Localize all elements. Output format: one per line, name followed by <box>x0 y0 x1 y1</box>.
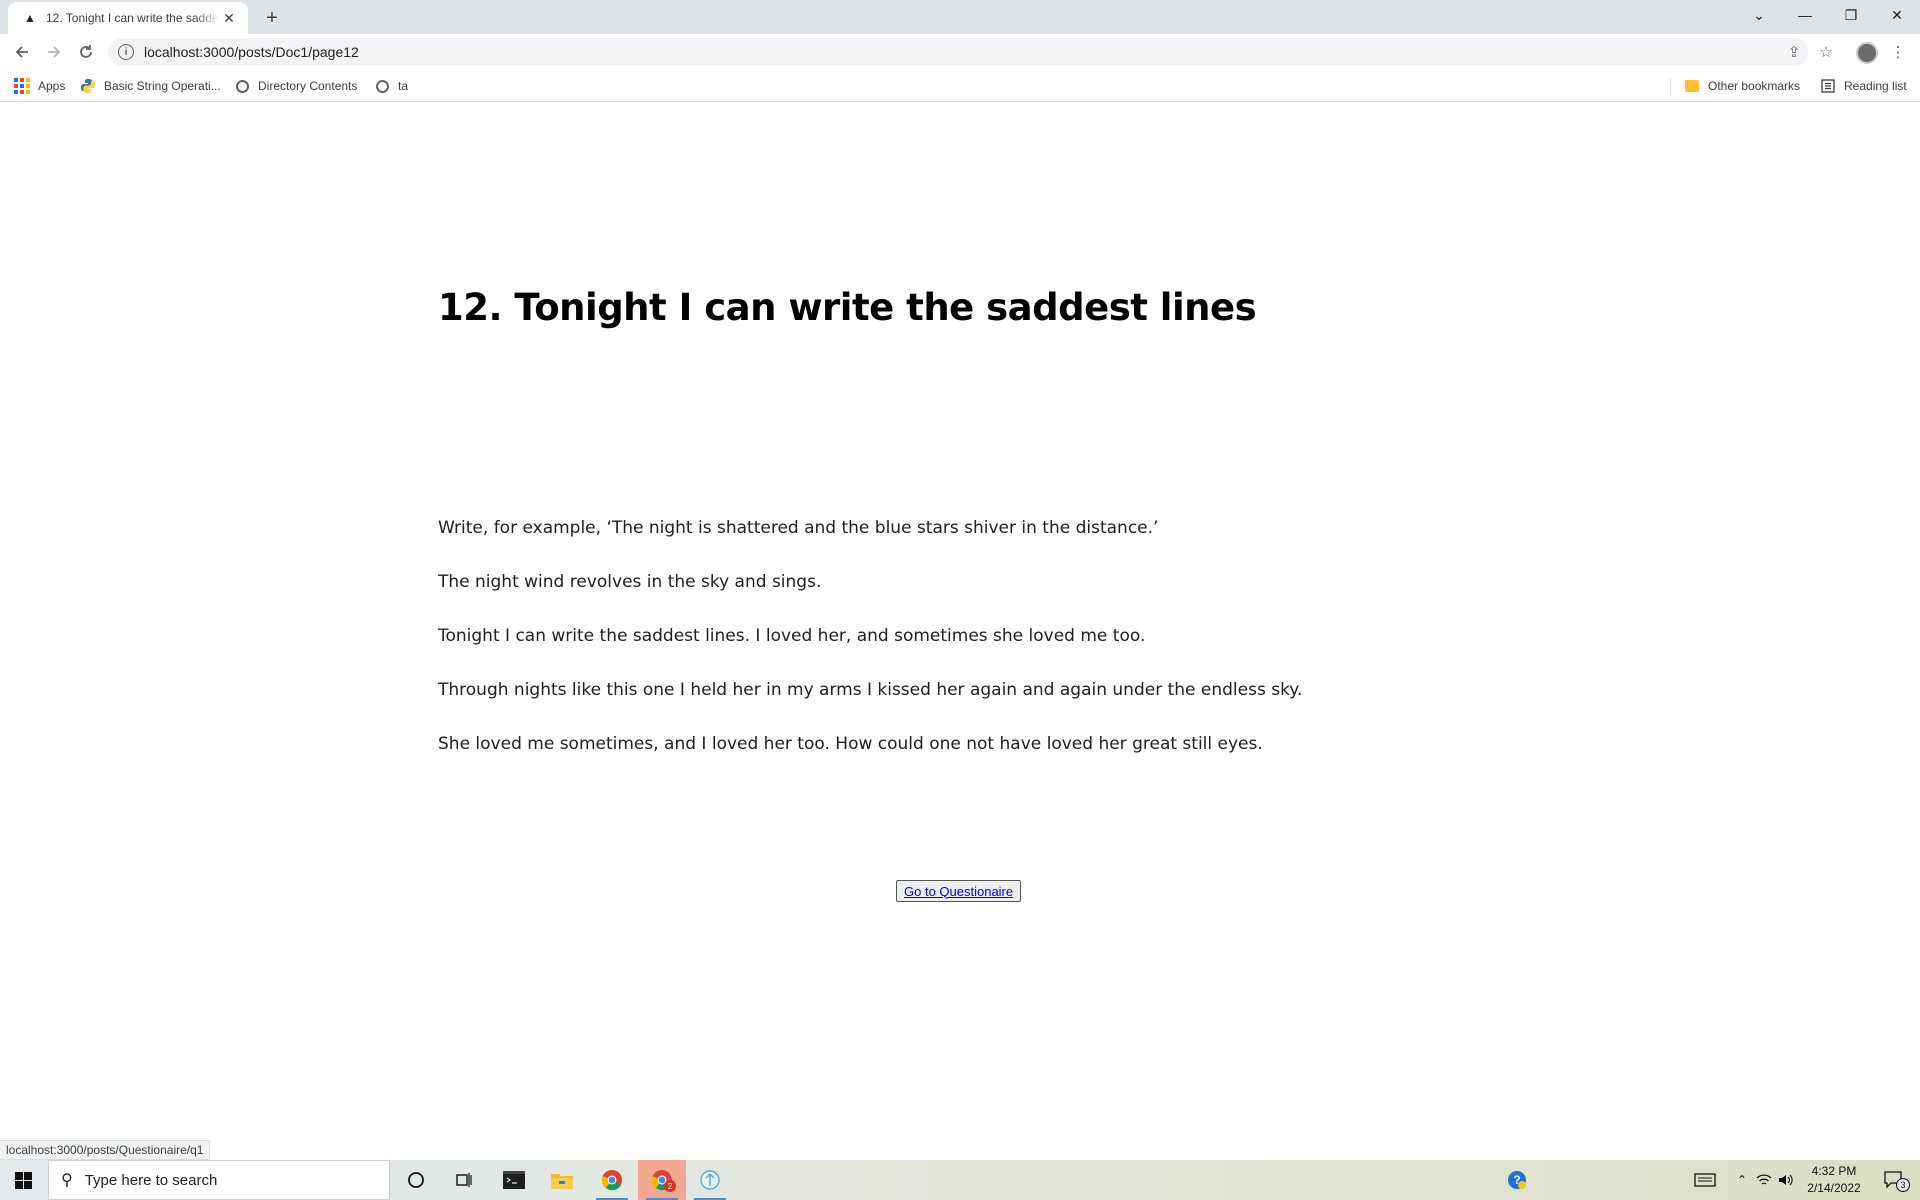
search-placeholder: Type here to search <box>84 1171 218 1189</box>
folder-icon <box>1684 78 1700 94</box>
tab-title: 12. Tonight I can write the saddest line… <box>46 11 220 25</box>
file-explorer-icon[interactable] <box>538 1160 586 1200</box>
chrome-profile-taskbar-icon[interactable]: 2 <box>638 1160 686 1200</box>
poem-paragraph: Tonight I can write the saddest lines. I… <box>438 626 1146 646</box>
tab-favicon-icon: ▲ <box>24 11 36 25</box>
page-content: 12. Tonight I can write the saddest line… <box>0 103 1920 1160</box>
poem-paragraph: Write, for example, ‘The night is shatte… <box>438 518 1159 538</box>
close-window-button[interactable]: ✕ <box>1874 0 1920 30</box>
bookmark-star-icon[interactable]: ☆ <box>1812 38 1840 66</box>
page-title: 12. Tonight I can write the saddest line… <box>438 286 1257 329</box>
minimize-button[interactable]: — <box>1782 0 1828 30</box>
cortana-icon[interactable] <box>392 1160 440 1200</box>
bookmark-directory-contents[interactable]: Directory Contents <box>234 77 357 95</box>
tab-strip: ▲ 12. Tonight I can write the saddest li… <box>0 0 1920 34</box>
profile-avatar[interactable] <box>1856 42 1878 64</box>
go-to-questionaire-button[interactable]: Go to Questionaire <box>896 880 1022 902</box>
site-info-icon[interactable]: i <box>118 44 134 60</box>
network-icon[interactable] <box>1754 1160 1774 1200</box>
taskbar-search[interactable]: ⚲ Type here to search <box>48 1160 390 1200</box>
other-bookmarks[interactable]: Other bookmarks <box>1684 77 1800 95</box>
poem-paragraph: Through nights like this one I held her … <box>438 680 1303 700</box>
windows-logo-icon <box>14 1171 32 1189</box>
globe-icon <box>374 78 390 94</box>
app-taskbar-icon[interactable] <box>686 1160 734 1200</box>
windows-taskbar: ⚲ Type here to search 2 ? ⌃ 4:32 PM 2/14… <box>0 1160 1920 1200</box>
globe-icon <box>234 78 250 94</box>
apps-grid-icon <box>14 78 30 94</box>
status-bar-url: localhost:3000/posts/Questionaire/q1 <box>0 1140 211 1160</box>
terminal-icon[interactable] <box>490 1160 538 1200</box>
back-button[interactable] <box>8 38 36 66</box>
bookmark-apps[interactable]: Apps <box>14 77 65 95</box>
bookmark-ta[interactable]: ta <box>374 77 408 95</box>
url-text[interactable]: localhost:3000/posts/Doc1/page12 <box>144 44 359 60</box>
taskbar-clock[interactable]: 4:32 PM 2/14/2022 <box>1800 1163 1868 1197</box>
forward-button[interactable] <box>40 38 68 66</box>
help-icon[interactable]: ? <box>1500 1160 1534 1200</box>
chrome-badge: 2 <box>664 1180 676 1192</box>
python-icon <box>80 78 96 94</box>
poem-paragraph: The night wind revolves in the sky and s… <box>438 572 822 592</box>
bookmarks-bar: Apps Basic String Operati... Directory C… <box>0 70 1920 102</box>
poem-paragraph: She loved me sometimes, and I loved her … <box>438 734 1263 754</box>
chrome-taskbar-icon[interactable] <box>588 1160 636 1200</box>
start-button[interactable] <box>0 1160 46 1200</box>
address-bar[interactable]: i localhost:3000/posts/Doc1/page12 <box>108 38 1808 66</box>
volume-icon[interactable] <box>1776 1160 1796 1200</box>
show-hidden-icons[interactable]: ⌃ <box>1730 1160 1754 1200</box>
menu-kebab-icon[interactable]: ⋮ <box>1884 38 1912 66</box>
clock-date: 2/14/2022 <box>1807 1181 1861 1195</box>
window-controls: ⌄ — ❐ ✕ <box>1736 0 1920 30</box>
browser-toolbar: i localhost:3000/posts/Doc1/page12 ⇪ ☆ ⋮ <box>0 34 1920 70</box>
share-icon[interactable]: ⇪ <box>1780 38 1808 66</box>
keyboard-icon[interactable] <box>1690 1160 1720 1200</box>
reading-list[interactable]: Reading list <box>1820 77 1907 95</box>
new-tab-button[interactable]: + <box>260 6 284 30</box>
bookmark-basic-string[interactable]: Basic String Operati... <box>80 77 221 95</box>
notifications-icon[interactable]: 3 <box>1874 1160 1914 1200</box>
clock-time: 4:32 PM <box>1811 1164 1857 1178</box>
reading-list-icon <box>1820 78 1836 94</box>
other-bookmarks-label: Other bookmarks <box>1708 79 1801 93</box>
bookmarks-divider <box>1670 78 1671 96</box>
close-tab-icon[interactable]: ✕ <box>220 9 238 27</box>
bookmark-label: Directory Contents <box>258 79 358 93</box>
search-icon: ⚲ <box>61 1172 73 1189</box>
reload-button[interactable] <box>72 38 100 66</box>
reading-list-label: Reading list <box>1844 79 1907 93</box>
task-view-icon[interactable] <box>440 1160 488 1200</box>
bookmark-label: Basic String Operati... <box>104 79 221 93</box>
tab-search-icon[interactable]: ⌄ <box>1736 0 1782 30</box>
bookmark-label: ta <box>398 79 409 93</box>
restore-button[interactable]: ❐ <box>1828 0 1874 30</box>
browser-tab[interactable]: ▲ 12. Tonight I can write the saddest li… <box>8 2 248 34</box>
bookmark-label: Apps <box>38 79 66 93</box>
notification-count: 3 <box>1896 1178 1910 1192</box>
